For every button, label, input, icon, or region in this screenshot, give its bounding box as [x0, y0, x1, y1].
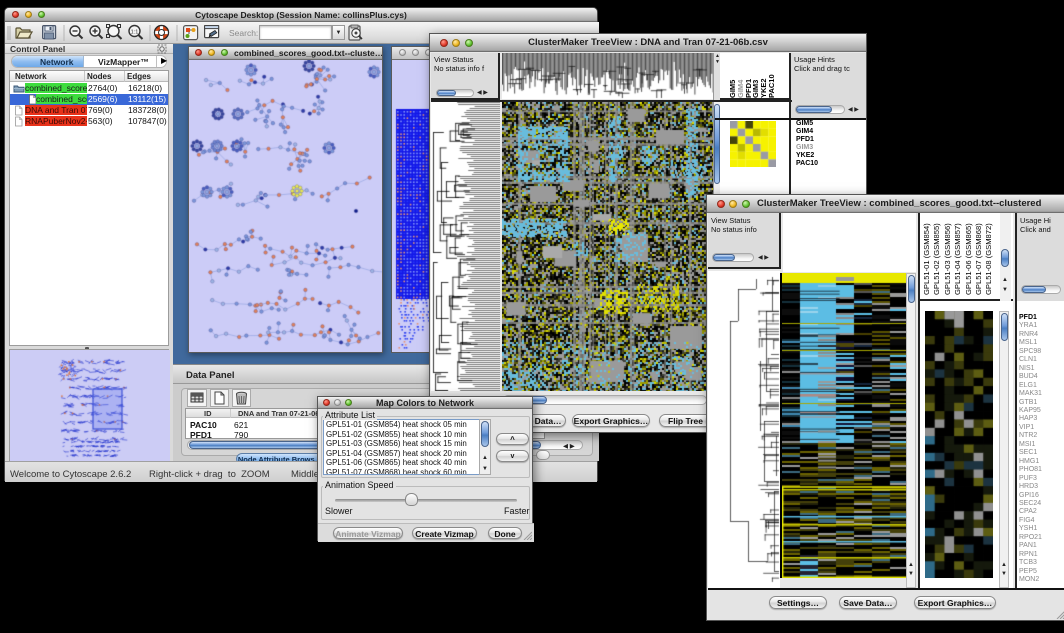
svg-text:1:1: 1:1: [131, 29, 139, 35]
